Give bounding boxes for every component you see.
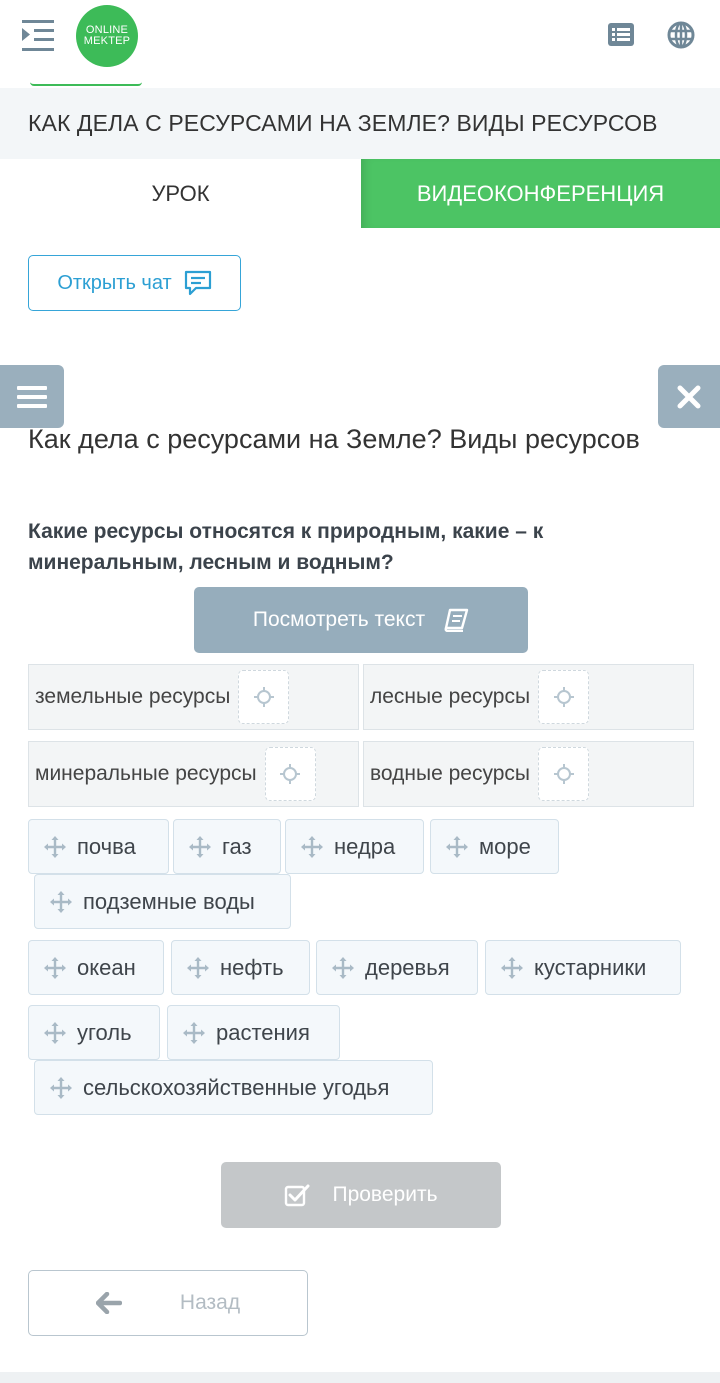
drop-target[interactable] (238, 670, 290, 724)
view-text-label: Посмотреть текст (252, 608, 426, 631)
page-title: Как дела с ресурсами на Земле? Виды ресу… (28, 424, 640, 454)
crosshair-icon (253, 687, 274, 707)
chip-label: почва (77, 833, 136, 859)
question-text: Какие ресурсы относятся к природным, как… (28, 520, 544, 574)
drop-zone-forest: лесные ресурсы (363, 664, 694, 730)
drop-zone-mineral: минеральные ресурсы (28, 741, 359, 807)
chip-label: деревья (365, 954, 450, 980)
check-button[interactable]: Проверить (221, 1162, 501, 1228)
arrow-left-icon (95, 1292, 122, 1314)
move-icon (189, 835, 211, 858)
open-chat-label: Открыть чат (57, 271, 172, 294)
move-icon (187, 956, 209, 979)
online-mektep-logo[interactable]: ONLINE MEKTEP (76, 5, 138, 67)
move-icon (332, 956, 354, 979)
draggable-chip[interactable]: деревья (316, 940, 478, 995)
top-bar: ONLINE MEKTEP (0, 0, 720, 86)
move-icon (44, 1021, 66, 1044)
zone-label: водные ресурсы (370, 762, 530, 785)
close-icon (677, 385, 701, 408)
footer-divider (0, 1372, 720, 1383)
move-icon (50, 1076, 72, 1099)
checkbox-icon (285, 1184, 310, 1207)
chat-icon (184, 270, 211, 296)
chip-label: кустарники (534, 954, 647, 980)
draggable-chip[interactable]: подземные воды (34, 874, 291, 929)
book-icon (444, 608, 469, 632)
move-icon (44, 956, 66, 979)
move-icon (183, 1021, 205, 1044)
drop-zone-land: земельные ресурсы (28, 664, 359, 730)
back-label: Назад (179, 1291, 241, 1314)
move-icon (446, 835, 468, 858)
drop-target[interactable] (538, 670, 590, 724)
drop-zone-water: водные ресурсы (363, 741, 694, 807)
list-icon[interactable] (606, 20, 636, 50)
draggable-chip[interactable]: газ (173, 819, 281, 874)
draggable-chip[interactable]: недра (285, 819, 424, 874)
chip-label: газ (222, 833, 252, 859)
lesson-title: КАК ДЕЛА С РЕСУРСАМИ НА ЗЕМЛЕ? ВИДЫ РЕСУ… (28, 110, 658, 136)
check-label: Проверить (332, 1183, 438, 1206)
crosshair-icon (553, 687, 574, 707)
zone-label: лесные ресурсы (370, 685, 531, 708)
move-icon (301, 835, 323, 858)
chip-label: море (479, 833, 531, 859)
back-button[interactable]: Назад (28, 1270, 308, 1336)
hamburger-icon (17, 385, 47, 408)
crosshair-icon (553, 764, 574, 784)
drop-target[interactable] (264, 747, 316, 801)
zone-label: земельные ресурсы (35, 685, 231, 708)
chip-label: сельскохозяйственные угодья (83, 1074, 390, 1100)
draggable-chip[interactable]: море (430, 819, 559, 874)
tab-videoconference[interactable]: ВИДЕОКОНФЕРЕНЦИЯ (361, 159, 720, 228)
side-menu-button[interactable] (0, 365, 64, 428)
lesson-tabs: УРОК ВИДЕОКОНФЕРЕНЦИЯ (0, 159, 720, 228)
open-chat-button[interactable]: Открыть чат (28, 255, 241, 311)
lesson-header: КАК ДЕЛА С РЕСУРСАМИ НА ЗЕМЛЕ? ВИДЫ РЕСУ… (0, 88, 720, 160)
close-button[interactable] (658, 365, 720, 428)
move-icon (44, 835, 66, 858)
draggable-chip[interactable]: сельскохозяйственные угодья (34, 1060, 433, 1115)
chip-label: подземные воды (83, 888, 255, 914)
crosshair-icon (280, 764, 301, 784)
move-icon (50, 890, 72, 913)
tab-lesson[interactable]: УРОК (0, 159, 361, 228)
logo-underline (30, 82, 142, 86)
draggable-chip[interactable]: кустарники (485, 940, 681, 995)
chip-label: недра (334, 833, 396, 859)
draggable-chip[interactable]: уголь (28, 1005, 160, 1060)
zone-label: минеральные ресурсы (35, 762, 257, 785)
chip-label: нефть (220, 954, 284, 980)
draggable-chip[interactable]: океан (28, 940, 164, 995)
view-text-button[interactable]: Посмотреть текст (194, 587, 528, 653)
chip-label: уголь (77, 1019, 132, 1045)
draggable-chip[interactable]: нефть (171, 940, 310, 995)
draggable-chip[interactable]: почва (28, 819, 169, 874)
logo-text-line2: MEKTEP (83, 35, 131, 47)
globe-icon[interactable] (666, 20, 696, 50)
menu-toggle-icon[interactable] (20, 18, 56, 54)
drop-target[interactable] (538, 747, 589, 801)
chip-label: океан (77, 954, 136, 980)
move-icon (501, 956, 523, 979)
chip-label: растения (216, 1019, 310, 1045)
draggable-chip[interactable]: растения (167, 1005, 340, 1060)
